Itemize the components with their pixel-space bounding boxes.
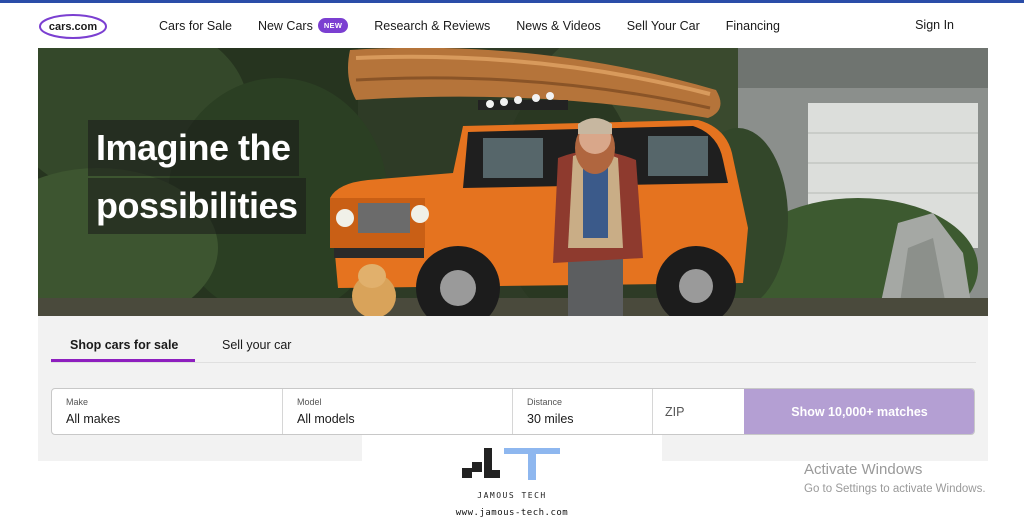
nav-label: News & Videos <box>516 18 601 33</box>
nav-financing[interactable]: Financing <box>726 19 780 33</box>
zip-input[interactable] <box>653 389 744 434</box>
tab-shop-cars[interactable]: Shop cars for sale <box>51 338 195 362</box>
search-tabs: Shop cars for sale Sell your car <box>51 338 976 363</box>
activate-title: Activate Windows <box>804 461 923 478</box>
nav-research-reviews[interactable]: Research & Reviews <box>374 19 490 33</box>
make-value: All makes <box>66 412 121 426</box>
nav-sell-your-car[interactable]: Sell Your Car <box>627 19 700 33</box>
nav-label: Research & Reviews <box>374 18 491 33</box>
nav-cars-for-sale[interactable]: Cars for Sale <box>159 19 232 33</box>
sign-in-link[interactable]: Sign In <box>915 18 954 32</box>
hero-banner: Imagine the possibilities <box>38 48 988 316</box>
tab-sell-your-car[interactable]: Sell your car <box>222 338 291 363</box>
distance-value: 30 miles <box>527 412 574 426</box>
hero-headline: Imagine the possibilities <box>88 120 308 236</box>
nav-news-videos[interactable]: News & Videos <box>516 19 601 33</box>
model-select[interactable]: Model All models <box>283 389 513 434</box>
watermark-title: JAMOUS TECH <box>477 491 547 500</box>
new-badge: NEW <box>317 18 349 33</box>
headline-line-1: Imagine the <box>88 120 299 176</box>
watermark: JAMOUS TECH www.jamous-tech.com <box>362 435 662 523</box>
logo-text: cars.com <box>49 21 98 33</box>
cars-com-logo[interactable]: cars.com <box>38 13 108 40</box>
nav-label: New Cars <box>257 18 313 33</box>
nav-label: Sell Your Car <box>626 18 700 33</box>
activate-subtitle: Go to Settings to activate Windows. <box>804 483 986 495</box>
make-label: Make <box>66 397 89 407</box>
distance-select[interactable]: Distance 30 miles <box>513 389 653 434</box>
watermark-url: www.jamous-tech.com <box>455 508 569 518</box>
activate-windows-notice: Activate Windows Go to Settings to activ… <box>804 461 986 499</box>
watermark-logo-icon <box>462 448 560 480</box>
nav-label: Cars for Sale <box>159 18 232 33</box>
show-matches-button[interactable]: Show 10,000+ matches <box>744 389 974 434</box>
model-label: Model <box>297 397 322 407</box>
main-nav: Cars for Sale New Cars NEW Research & Rev… <box>159 3 806 48</box>
distance-label: Distance <box>527 397 563 407</box>
make-select[interactable]: Make All makes <box>52 389 283 434</box>
nav-label: Financing <box>725 18 780 33</box>
search-form: Make All makes Model All models Distance… <box>51 388 975 435</box>
model-value: All models <box>297 412 355 426</box>
site-header: cars.com Cars for Sale New Cars NEW Resea… <box>0 3 1024 48</box>
headline-line-2: possibilities <box>88 178 306 234</box>
nav-new-cars[interactable]: New Cars NEW <box>257 18 349 33</box>
